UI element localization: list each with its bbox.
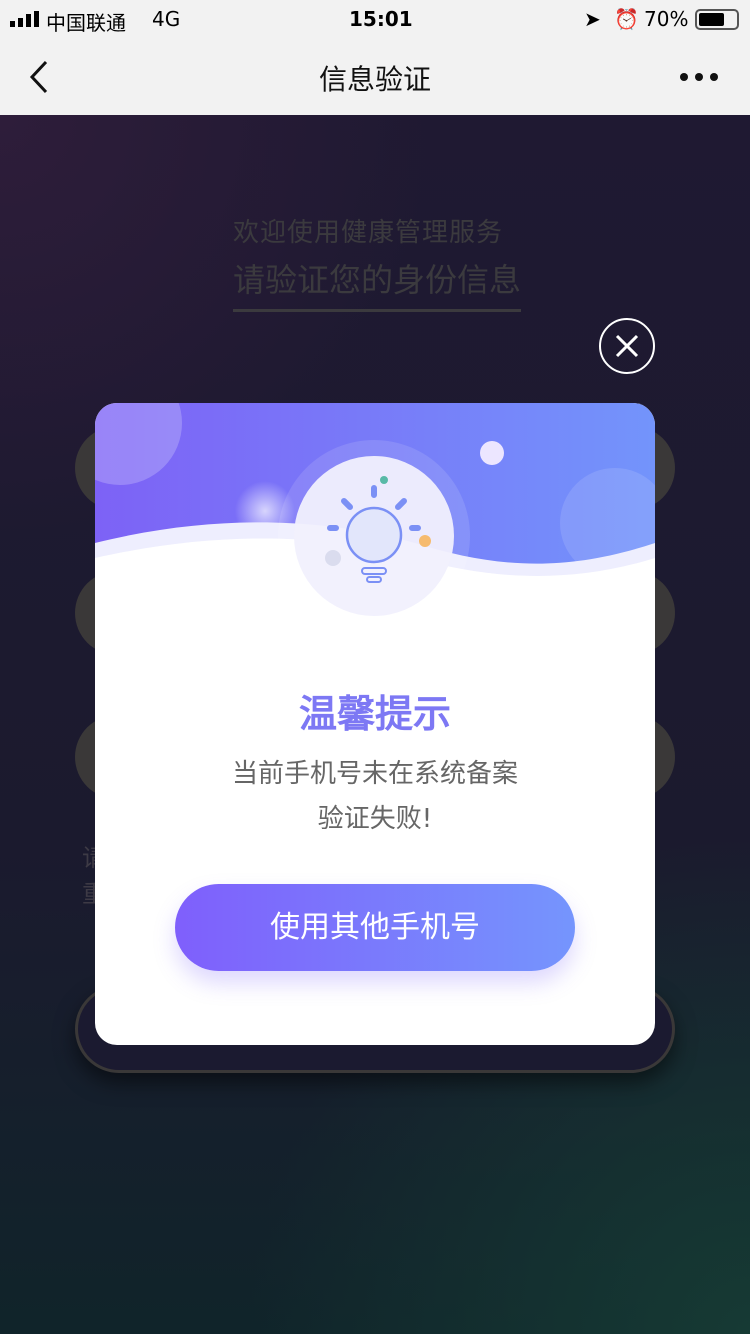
time: 15:01 (349, 7, 413, 31)
close-button[interactable] (599, 318, 655, 374)
network: 4G (152, 7, 181, 31)
location-icon: ➤ (584, 7, 601, 31)
verify-subtitle: 请验证您的身份信息 (233, 255, 522, 312)
page-title: 信息验证 (318, 63, 431, 96)
welcome-text: 欢迎使用健康管理服务 (233, 218, 504, 248)
status-bar: 中国联通 4G 15:01 ➤ ⏰ 70% (0, 0, 750, 40)
battery-percent: 70% (644, 7, 689, 31)
carrier: 中国联通 (46, 11, 126, 35)
nav-bar: 信息验证 (0, 40, 750, 115)
lightbulb-icon (325, 476, 431, 583)
more-button[interactable] (680, 73, 718, 81)
tip-dialog: 温馨提示 当前手机号未在系统备案 验证失败! 使用其他手机号 (95, 403, 655, 1045)
dialog-message-line1: 当前手机号未在系统备案 (231, 759, 518, 789)
dialog-title: 温馨提示 (298, 692, 451, 736)
signal-icon (10, 11, 39, 27)
alarm-icon: ⏰ (614, 7, 639, 31)
use-other-phone-button[interactable]: 使用其他手机号 (175, 884, 575, 971)
dialog-message-line2: 验证失败! (317, 804, 433, 834)
close-icon (615, 334, 639, 358)
battery-icon (695, 9, 739, 30)
